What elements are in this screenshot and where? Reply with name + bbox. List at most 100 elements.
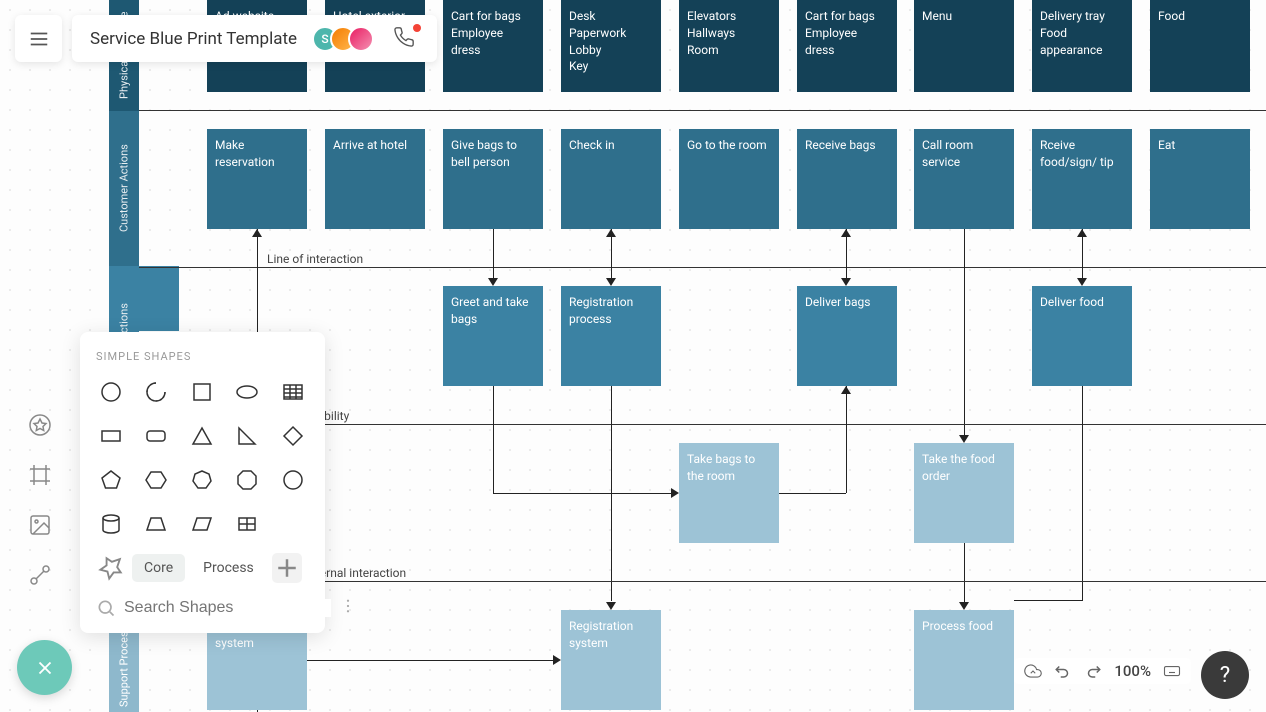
shape-ellipse[interactable] xyxy=(232,377,262,407)
arrow-up-icon xyxy=(252,229,262,237)
box-onstage-deliver-food[interactable]: Deliver food xyxy=(1032,286,1132,386)
box-backstage-take-order[interactable]: Take the food order xyxy=(914,443,1014,543)
arrow-line xyxy=(779,493,846,494)
cloud-sync-icon[interactable] xyxy=(1024,662,1042,680)
shapes-search-input[interactable] xyxy=(124,599,331,617)
box-customer-7[interactable]: Rceive food/sign/ tip xyxy=(1032,129,1132,229)
box-onstage-deliver-bags[interactable]: Deliver bags xyxy=(797,286,897,386)
box-onstage-greet[interactable]: Greet and take bags xyxy=(443,286,543,386)
call-button[interactable] xyxy=(393,26,419,52)
left-toolbar xyxy=(25,410,55,590)
document-title[interactable]: Service Blue Print Template xyxy=(90,29,297,49)
box-customer-5[interactable]: Receive bags xyxy=(797,129,897,229)
box-physical-2[interactable]: Cart for bagsEmployee dress xyxy=(443,0,543,92)
shape-diamond[interactable] xyxy=(278,421,308,451)
hamburger-icon xyxy=(28,28,50,50)
arrow-line xyxy=(493,493,671,494)
shape-arc[interactable] xyxy=(141,377,171,407)
question-mark-icon: ? xyxy=(1220,663,1230,688)
search-icon xyxy=(96,598,116,618)
phone-icon xyxy=(393,26,415,48)
box-physical-3[interactable]: DeskPaperworkLobbyKey xyxy=(561,0,661,92)
arrow-line xyxy=(493,229,494,278)
arrow-up-icon xyxy=(841,229,851,237)
avatar[interactable] xyxy=(348,26,374,52)
arrow-down-icon xyxy=(1077,278,1087,286)
shape-hexagon[interactable] xyxy=(141,465,171,495)
connector-tool-button[interactable] xyxy=(25,560,55,590)
shape-rounded-rectangle[interactable] xyxy=(141,421,171,451)
shapes-tool-button[interactable] xyxy=(25,410,55,440)
arrow-line xyxy=(1082,386,1083,601)
box-physical-4[interactable]: ElevatorsHallwaysRoom xyxy=(679,0,779,92)
box-customer-6[interactable]: Call room service xyxy=(914,129,1014,229)
shape-decagon[interactable] xyxy=(278,465,308,495)
shape-grid[interactable] xyxy=(232,509,262,539)
arrow-line xyxy=(846,386,847,493)
box-backstage-take-bags[interactable]: Take bags to the room xyxy=(679,443,779,543)
arrow-down-icon xyxy=(606,278,616,286)
box-physical-6[interactable]: Menu xyxy=(914,0,1014,92)
shape-rectangle[interactable] xyxy=(96,421,126,451)
arrow-up-icon xyxy=(841,386,851,394)
box-onstage-registration[interactable]: Registration process xyxy=(561,286,661,386)
hamburger-menu-button[interactable] xyxy=(15,15,62,62)
more-vertical-icon xyxy=(339,597,357,615)
arrow-right-icon xyxy=(671,488,679,498)
shape-circle[interactable] xyxy=(96,377,126,407)
box-customer-2[interactable]: Give bags to bell person xyxy=(443,129,543,229)
shape-triangle[interactable] xyxy=(187,421,217,451)
arrow-line xyxy=(611,386,612,601)
shape-cylinder[interactable] xyxy=(96,509,126,539)
box-customer-8[interactable]: Eat xyxy=(1150,129,1250,229)
collaborator-avatars[interactable]: S xyxy=(312,26,374,52)
shape-square[interactable] xyxy=(187,377,217,407)
tab-core[interactable]: Core xyxy=(132,554,185,582)
divider-top xyxy=(139,110,1266,111)
shape-octagon[interactable] xyxy=(232,465,262,495)
keyboard-icon[interactable] xyxy=(1163,662,1181,680)
lane-onstage-body xyxy=(139,266,179,331)
box-physical-8[interactable]: Food xyxy=(1150,0,1250,92)
tab-process[interactable]: Process xyxy=(191,554,266,582)
box-physical-5[interactable]: Cart for bagsEmployee dress xyxy=(797,0,897,92)
shape-pentagon[interactable] xyxy=(96,465,126,495)
shape-right-triangle[interactable] xyxy=(232,421,262,451)
arrow-down-icon xyxy=(488,278,498,286)
shapes-search-menu-button[interactable] xyxy=(339,597,357,619)
image-tool-button[interactable] xyxy=(25,510,55,540)
arrow-up-icon xyxy=(1077,229,1087,237)
add-tab-button[interactable] xyxy=(272,553,302,583)
shape-trapezoid[interactable] xyxy=(141,509,171,539)
close-icon xyxy=(34,657,56,679)
shapes-panel: SIMPLE SHAPES Core Process xyxy=(80,332,325,633)
box-support-registration[interactable]: Registration system xyxy=(561,610,661,710)
help-button[interactable]: ? xyxy=(1201,651,1249,699)
box-customer-3[interactable]: Check in xyxy=(561,129,661,229)
arrow-right-icon xyxy=(553,655,561,665)
zoom-level[interactable]: 100% xyxy=(1114,662,1151,680)
close-panel-button[interactable] xyxy=(17,640,72,695)
frame-tool-button[interactable] xyxy=(25,460,55,490)
shape-table[interactable] xyxy=(278,377,308,407)
box-customer-4[interactable]: Go to the room xyxy=(679,129,779,229)
undo-icon[interactable] xyxy=(1054,662,1072,680)
top-bar: Service Blue Print Template S xyxy=(15,15,437,62)
arrow-line xyxy=(964,229,965,435)
notification-dot-icon xyxy=(413,24,421,32)
connector-icon xyxy=(28,563,52,587)
pin-button[interactable] xyxy=(96,553,126,583)
shapes-tabs: Core Process xyxy=(96,553,309,583)
box-physical-7[interactable]: Delivery trayFood appearance xyxy=(1032,0,1132,92)
arrow-down-icon xyxy=(606,602,616,610)
divider-interaction-label: Line of interaction xyxy=(267,252,363,266)
box-customer-0[interactable]: Make reservation xyxy=(207,129,307,229)
shapes-search-row xyxy=(96,597,309,619)
redo-icon[interactable] xyxy=(1084,662,1102,680)
box-support-process-food[interactable]: Process food xyxy=(914,610,1014,710)
arrow-line xyxy=(1014,600,1082,601)
shape-heptagon[interactable] xyxy=(187,465,217,495)
box-customer-1[interactable]: Arrive at hotel xyxy=(325,129,425,229)
shape-parallelogram[interactable] xyxy=(187,509,217,539)
arrow-down-icon xyxy=(841,278,851,286)
